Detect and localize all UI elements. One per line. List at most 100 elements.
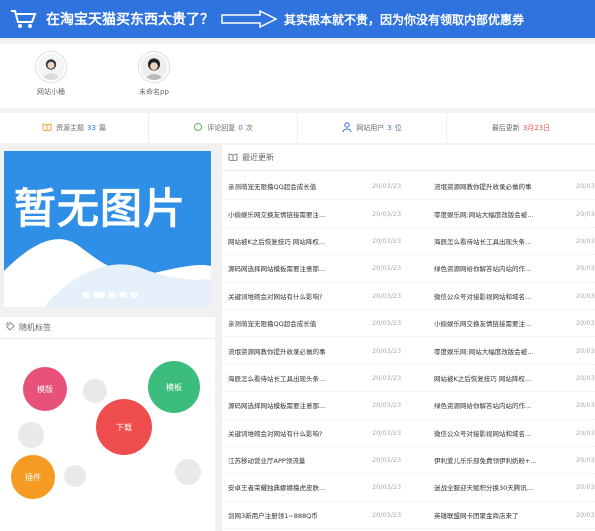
article-link[interactable]: 小偷娱乐网交换友情链接需要注... — [434, 318, 569, 328]
tag-bubble-empty — [83, 379, 107, 403]
user-card[interactable]: 网站小桶 — [16, 52, 86, 97]
tag-bubble[interactable]: 模版 — [23, 367, 67, 411]
article-link[interactable]: 流氓资源网教你提升收录必做的事 — [228, 346, 366, 356]
slider-dot[interactable] — [108, 292, 116, 298]
article-link[interactable]: 网站被K之后恢复技巧 网站降权... — [434, 373, 569, 383]
stat-comments-unit: 次 — [245, 124, 253, 132]
tag-bubble-empty — [64, 465, 86, 487]
stat-resources: 资源主题 33 篇 — [0, 113, 149, 143]
book-icon — [42, 123, 52, 133]
stat-updated-label: 最后更新 — [491, 124, 520, 132]
tag-icon — [6, 322, 15, 333]
stat-users: 网站用户 3 位 — [298, 113, 447, 143]
stat-comments: 评论回复 0 次 — [149, 113, 298, 143]
article-link[interactable]: 流氓资源网教你提升收录必做的事 — [434, 181, 569, 191]
tag-bubble-empty — [175, 459, 201, 485]
tag-bubble-empty — [18, 422, 44, 448]
article-link[interactable]: 江苏移动营业厅APP领流量 — [228, 455, 366, 465]
article-date: 20/03/23 — [372, 510, 402, 519]
site-stats-bar: 资源主题 33 篇 评论回复 0 次 网站用户 3 位 最后更新 3月23日 — [0, 113, 595, 143]
article-link[interactable]: 绿色资源网给你解答站内站的作... — [434, 263, 569, 273]
stat-comments-label: 评论回复 — [207, 124, 236, 132]
article-link[interactable]: 英雄联盟网卡团聚金商店来了 — [434, 510, 569, 520]
article-date: 20/03 — [576, 264, 595, 273]
article-date: 20/03 — [576, 483, 595, 492]
random-tags-title: 随机标签 — [19, 323, 51, 332]
shopping-cart-icon — [0, 0, 46, 38]
comment-icon — [193, 122, 203, 134]
article-link[interactable]: 亲测萌宠无限撸QQ超会成长值 — [228, 318, 366, 328]
article-link[interactable]: 微信公众号对接影视网站和域名... — [434, 428, 569, 438]
list-row: 海辰怎么看待站长工具出现头条... 20/03/23 网站被K之后恢复技巧 网站降权… — [222, 365, 595, 393]
avatar[interactable] — [36, 52, 66, 82]
list-row: 剑网3新用户注册领1~888Q币 20/03/23 英雄联盟网卡团聚金商店来了 20/… — [222, 502, 595, 530]
arrow-right-icon — [220, 9, 278, 29]
article-link[interactable]: 亲测萌宠无限撸QQ超会成长值 — [228, 181, 366, 191]
avatar[interactable] — [139, 52, 169, 82]
article-date: 20/03/23 — [372, 401, 402, 410]
article-date: 20/03 — [576, 428, 595, 437]
tag-label[interactable]: 模版 — [37, 384, 53, 395]
list-row: 流氓资源网教你提升收录必做的事 20/03/23 零度娱乐网:网站大幅度改版会被..… — [222, 337, 595, 365]
random-tags-panel: 随机标签 模版 模板 下载 插件 — [0, 317, 215, 531]
list-row: 网站被K之后恢复技巧 网站降权... 20/03/23 海辰怎么看待站长工具出现头条… — [222, 228, 595, 256]
article-link[interactable]: 零度娱乐网:网站大幅度改版会被... — [434, 209, 569, 219]
article-link[interactable]: 关键词堆砌会对网站有什么影响? — [228, 291, 366, 301]
article-link[interactable]: 零度娱乐网:网站大幅度改版会被... — [434, 346, 569, 356]
stat-last-updated: 最后更新 3月23日 — [447, 113, 595, 143]
book-open-icon — [228, 152, 238, 163]
user-card[interactable]: 未命名pp — [119, 52, 189, 97]
article-link[interactable]: 关键词堆砌会对网站有什么影响? — [228, 428, 366, 438]
article-link[interactable]: 海辰怎么看待站长工具出现头条... — [434, 236, 569, 246]
article-date: 20/03 — [576, 510, 595, 519]
slider-dot[interactable] — [130, 292, 138, 298]
article-date: 20/03/23 — [372, 291, 402, 300]
user-name[interactable]: 网站小桶 — [16, 87, 86, 97]
article-link[interactable]: 迷战全服迎天赋积分换30天腾讯... — [434, 482, 569, 492]
article-date: 20/03 — [576, 182, 595, 191]
slider-dot-active[interactable] — [93, 292, 105, 298]
slider-dot[interactable] — [82, 292, 90, 298]
article-date: 20/03/23 — [372, 209, 402, 218]
list-row: 关键词堆砌会对网站有什么影响? 20/03/23 微信公众号对接影视网站和域名...… — [222, 420, 595, 447]
slider-dot[interactable] — [119, 292, 127, 298]
article-link[interactable]: 源码网选择网站模板需要注意那... — [228, 263, 366, 273]
user-name[interactable]: 未命名pp — [119, 87, 189, 97]
article-date: 20/03/23 — [372, 483, 402, 492]
list-row: 关键词堆砌会对网站有什么影响? 20/03/23 微信公众号对接影视网站和域名...… — [222, 283, 595, 310]
list-row: 安卓王者荣耀独典娜娜撸虎皮肤... 20/03/23 迷战全服迎天赋积分换30天腾讯… — [222, 474, 595, 502]
recent-updates-title: 最近更新 — [242, 153, 274, 162]
tag-label[interactable]: 模板 — [166, 382, 182, 393]
article-link[interactable]: 剑网3新用户注册领1~888Q币 — [228, 510, 366, 520]
recent-updates-panel: 最近更新 亲测萌宠无限撸QQ超会成长值 20/03/23 流氓资源网教你提升收录必做… — [222, 145, 595, 531]
tag-bubble[interactable]: 插件 — [11, 455, 55, 499]
slider-dots — [82, 292, 138, 298]
page: 在淘宝天猫买东西太贵了？ 其实根本就不贵，因为你没有领取内部优惠券 网站小桶 未… — [0, 0, 595, 531]
section-title: 随机标签 — [0, 317, 215, 339]
article-link[interactable]: 伊利爱儿乐乐部免费领伊利奶粉+... — [434, 455, 569, 465]
article-date: 20/03 — [576, 319, 595, 328]
list-row: 亲测萌宠无限撸QQ超会成长值 20/03/23 小偷娱乐网交换友情链接需要注... 2… — [222, 310, 595, 338]
stat-updated-value: 3月23日 — [522, 124, 551, 132]
article-link[interactable]: 源码网选择网站模板需要注意那... — [228, 400, 366, 410]
article-link[interactable]: 微信公众号对接影视网站和域名... — [434, 291, 569, 301]
image-slider[interactable]: 暂无图片 — [4, 151, 211, 307]
article-link[interactable]: 网站被K之后恢复技巧 网站降权... — [228, 236, 366, 246]
tag-bubble[interactable]: 下载 — [96, 399, 152, 455]
user-icon — [342, 122, 352, 134]
tag-label[interactable]: 插件 — [25, 472, 41, 483]
promo-banner[interactable]: 在淘宝天猫买东西太贵了？ 其实根本就不贵，因为你没有领取内部优惠券 — [0, 0, 595, 38]
tag-bubble[interactable]: 模板 — [148, 361, 200, 413]
article-date: 20/03/23 — [372, 182, 402, 191]
article-date: 20/03/23 — [372, 236, 402, 245]
banner-text-left: 在淘宝天猫买东西太贵了？ — [46, 12, 214, 28]
article-link[interactable]: 小偷娱乐网交换友情链接需要注... — [228, 209, 366, 219]
article-link[interactable]: 海辰怎么看待站长工具出现头条... — [228, 373, 366, 383]
stat-comments-value: 0 — [238, 124, 243, 132]
tag-label[interactable]: 下载 — [116, 422, 132, 433]
article-link[interactable]: 绿色资源网给你解答站内站的作... — [434, 400, 569, 410]
article-date: 20/03 — [576, 373, 595, 382]
article-link[interactable]: 安卓王者荣耀独典娜娜撸虎皮肤... — [228, 482, 366, 492]
stat-resources-unit: 篇 — [98, 124, 106, 132]
article-date: 20/03 — [576, 346, 595, 355]
